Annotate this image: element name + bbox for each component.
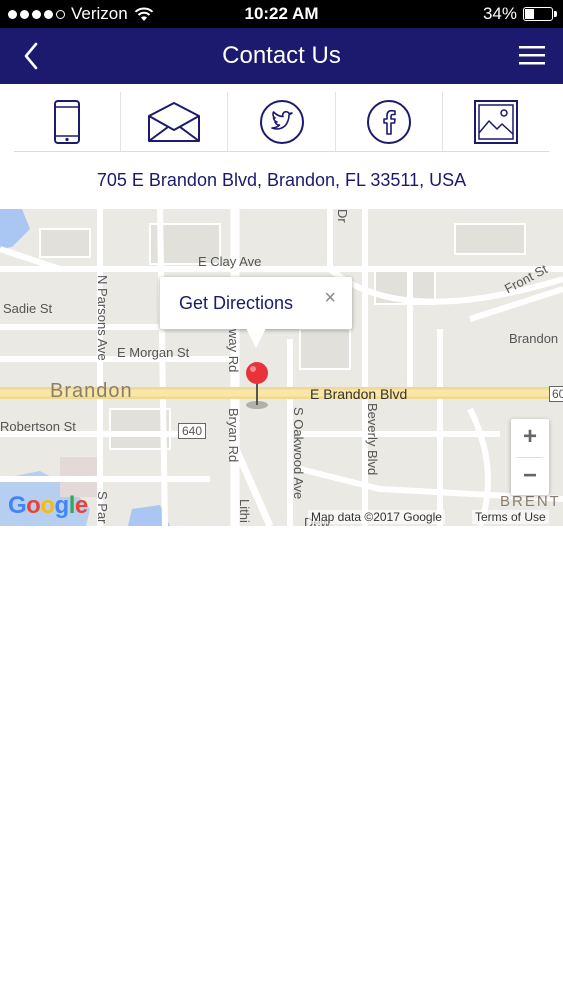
gallery-button[interactable] (443, 92, 549, 151)
map-label-brandon: Brandon (50, 380, 133, 402)
phone-icon (54, 99, 81, 144)
facebook-button[interactable] (336, 92, 443, 151)
map-label-e-clay-ave: E Clay Ave (198, 254, 262, 269)
status-right: 34% (482, 4, 557, 24)
map-label-way-rd: way Rd (226, 329, 241, 373)
map-label-brandon-right: Brandon (509, 331, 559, 346)
gallery-icon (473, 99, 518, 144)
twitter-button[interactable] (228, 92, 336, 151)
contact-icon-row (14, 92, 549, 152)
map-label-e-brandon-blvd: E Brandon Blvd (310, 386, 408, 402)
phone-button[interactable] (14, 92, 122, 151)
map-roads (0, 209, 563, 526)
zoom-controls: + − (511, 419, 549, 495)
battery-level (525, 9, 534, 19)
map-pin-icon[interactable] (243, 361, 271, 411)
get-directions-callout[interactable]: Get Directions × (160, 277, 352, 348)
map-label-lithi: Lithi (237, 499, 252, 523)
facebook-icon (366, 99, 411, 144)
get-directions-link[interactable]: Get Directions (179, 293, 293, 314)
map-label-bryan-rd: Bryan Rd (226, 408, 241, 463)
battery-icon (523, 7, 557, 21)
map-data-attribution: Map data ©2017 Google (308, 510, 445, 524)
map-label-sadie-st: Sadie St (3, 301, 53, 316)
map-label-s-par: S Par (95, 491, 110, 524)
email-icon (148, 101, 201, 142)
close-icon[interactable]: × (324, 287, 336, 310)
map-label-robertson-st: Robertson St (0, 419, 76, 434)
email-button[interactable] (121, 92, 229, 151)
map-label-beverly-blvd: Beverly Blvd (365, 403, 380, 476)
zoom-in-button[interactable]: + (511, 419, 549, 457)
map-label-route-60: 60 (549, 386, 563, 402)
map-label-e-morgan-st: E Morgan St (117, 345, 190, 360)
map-label-dr: Dr (335, 209, 350, 223)
page-title: Contact Us (222, 42, 341, 69)
status-bar: Verizon 10:22 AM 34% (0, 0, 563, 28)
map-view[interactable]: E Clay Ave Sadie St N Parsons Ave E Morg… (0, 209, 563, 526)
google-logo: Google (8, 492, 88, 519)
nav-bar: Contact Us (0, 28, 563, 84)
twitter-icon (259, 99, 304, 144)
hamburger-menu-icon[interactable] (519, 44, 545, 66)
status-time: 10:22 AM (244, 4, 319, 23)
zoom-out-button[interactable]: − (511, 458, 549, 496)
address-text: 705 E Brandon Blvd, Brandon, FL 33511, U… (96, 170, 467, 190)
callout-tail (246, 328, 266, 348)
map-label-s-oakwood-ave: S Oakwood Ave (291, 407, 306, 500)
terms-of-use-link[interactable]: Terms of Use (472, 510, 549, 524)
battery-percent: 34% (482, 4, 517, 23)
map-label-route-640: 640 (178, 423, 207, 439)
map-label-n-parsons-ave: N Parsons Ave (95, 275, 110, 361)
